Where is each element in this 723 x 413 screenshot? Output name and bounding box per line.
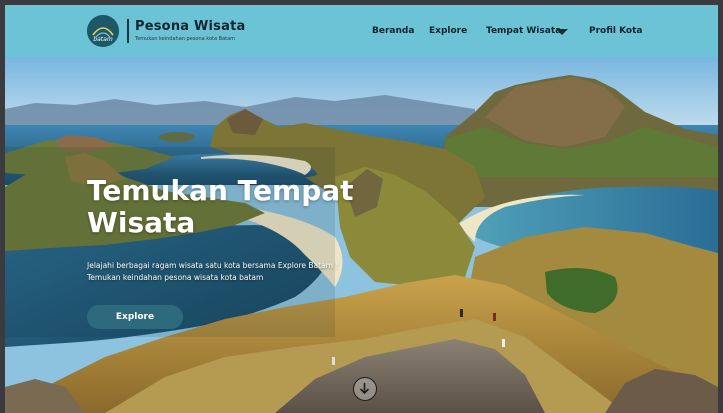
arrow-down-icon [359, 383, 370, 395]
scroll-down-button[interactable] [353, 377, 377, 401]
svg-text:batam: batam [93, 36, 113, 43]
hero-section: Temukan Tempat Wisata Jelajahi berbagai … [5, 57, 718, 413]
site-header: batam Pesona Wisata Temukan keindahan pe… [5, 5, 718, 57]
hero-description-line-2: Temukan keindahan pesona wisata kota bat… [87, 273, 264, 282]
page-frame: batam Pesona Wisata Temukan keindahan pe… [5, 5, 718, 413]
chevron-down-icon[interactable] [556, 29, 568, 35]
brand-tagline: Temukan keindahan pesona kota Batam [135, 36, 236, 42]
nav-explore[interactable]: Explore [429, 26, 467, 36]
hero-description-line-1: Jelajahi berbagai ragam wisata satu kota… [87, 261, 339, 270]
hero-description: Jelajahi berbagai ragam wisata satu kota… [87, 260, 387, 284]
brand-title[interactable]: Pesona Wisata [135, 19, 245, 34]
nav-profil-kota[interactable]: Profil Kota [589, 26, 642, 36]
explore-button[interactable]: Explore [87, 305, 183, 329]
hero-title: Temukan Tempat Wisata [87, 174, 354, 239]
nav-beranda[interactable]: Beranda [372, 26, 414, 36]
logo-divider [127, 19, 129, 43]
city-logo[interactable]: batam [87, 15, 119, 47]
nav-tempat-wisata[interactable]: Tempat Wisata [486, 26, 561, 36]
